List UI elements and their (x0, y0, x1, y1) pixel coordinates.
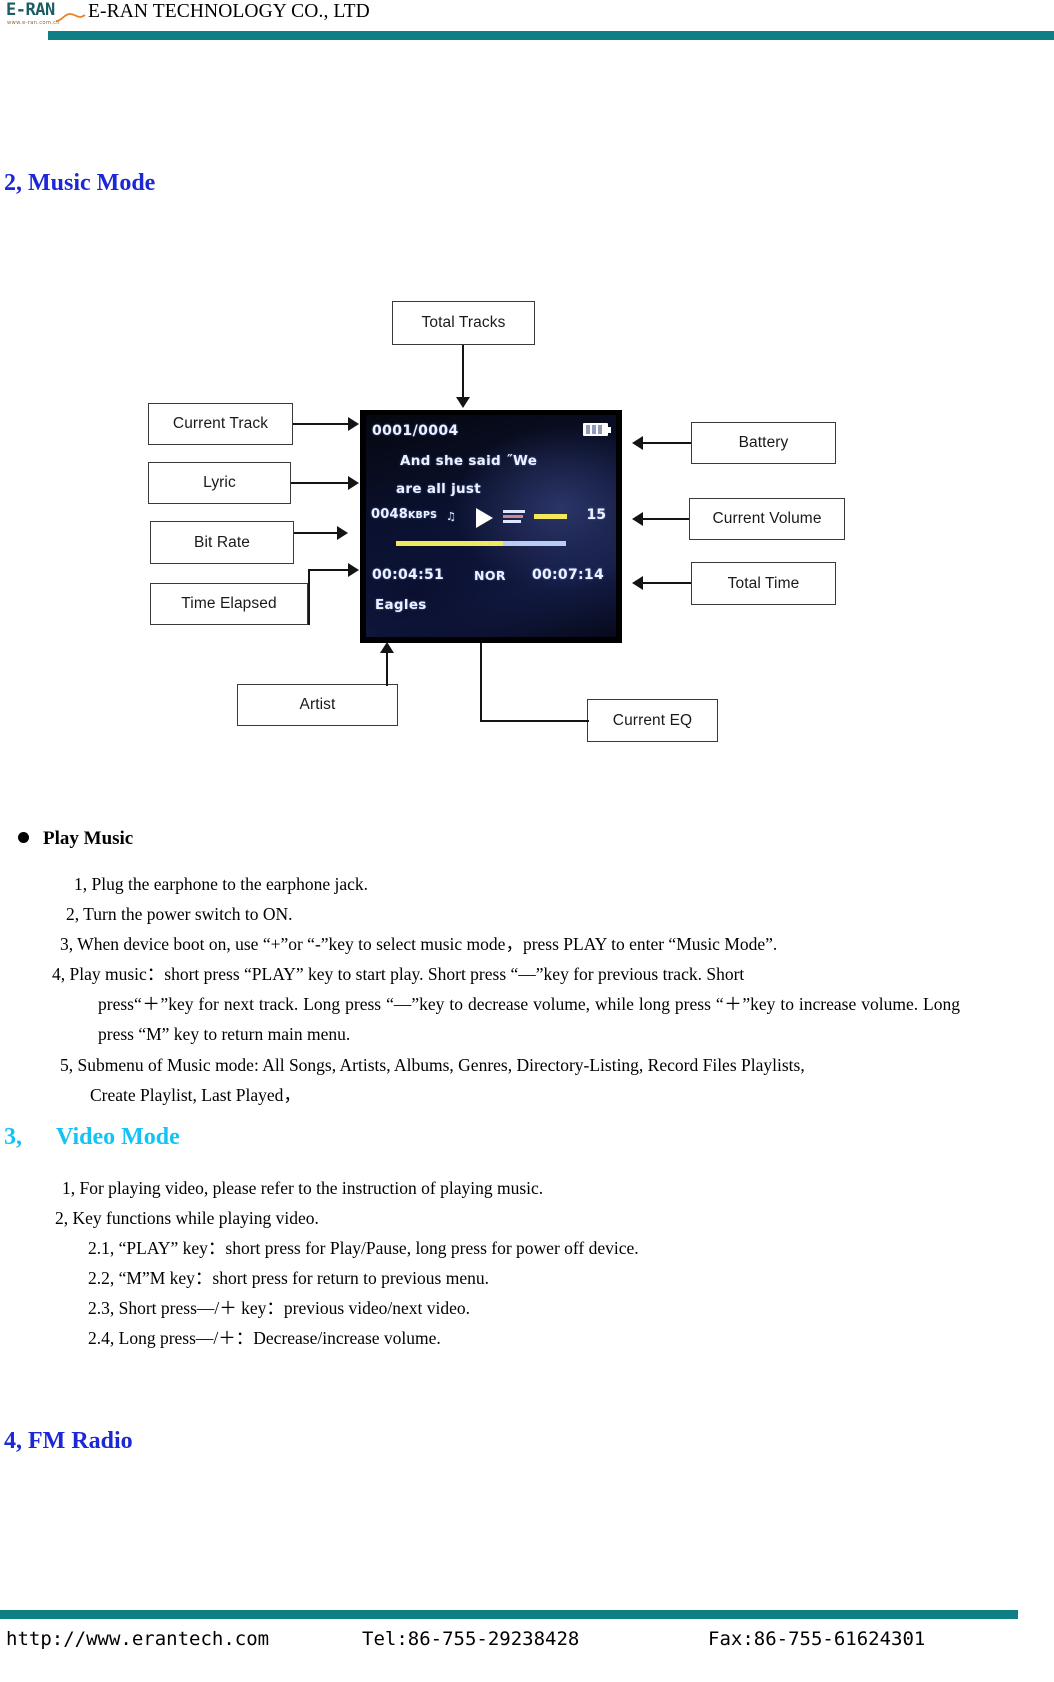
play-icon (476, 508, 493, 528)
play-music-step-4-line2: press“＋”key for next track. Long press “… (98, 994, 960, 1044)
connector-total-time (643, 582, 691, 585)
screen-content: 0001/0004 And she said ˝We are all just … (366, 415, 616, 637)
bullet-dot-icon (18, 832, 29, 843)
mp3-player-screen: 0001/0004 And she said ˝We are all just … (360, 410, 622, 643)
connector-time-elapsed-vertical (308, 569, 311, 625)
callout-lyric: Lyric (148, 462, 291, 504)
video-step-2-2: 2.2, “M”M key：short press for return to … (88, 1268, 489, 1288)
equalizer-icon (503, 510, 525, 525)
screen-bitrate: 0048KBPS (371, 507, 437, 522)
callout-current-volume: Current Volume (689, 498, 845, 540)
play-music-label: Play Music (43, 828, 134, 849)
play-music-step-5-line2: Create Playlist, Last Played， (90, 1085, 301, 1105)
connector-battery (643, 442, 691, 445)
play-music-step-1: 1, Plug the earphone to the earphone jac… (74, 874, 368, 894)
music-note-icon: ♫ (446, 510, 456, 523)
connector-eq-vertical (480, 642, 483, 721)
screen-total-time: 00:07:14 (531, 567, 604, 583)
video-step-2-3: 2.3, Short press—/＋ key：previous video/n… (88, 1298, 471, 1318)
screen-lyric-line-1: And she said ˝We (400, 453, 538, 469)
progress-bar-fill (396, 541, 504, 546)
callout-bit-rate: Bit Rate (150, 521, 294, 564)
connector-bit-rate (294, 532, 340, 535)
callout-current-eq: Current EQ (587, 699, 718, 742)
music-mode-screen-diagram: Total Tracks Current Track Lyric Bit Rat… (140, 290, 900, 750)
play-music-heading: Play Music (18, 828, 133, 850)
callout-battery: Battery (691, 422, 836, 464)
logo-url-text: www.e-ran.com.cn (7, 20, 60, 26)
bitrate-unit: KBPS (407, 510, 438, 521)
connector-eq-horizontal (480, 720, 589, 723)
footer-fax: Fax:86-755-61624301 (708, 1628, 926, 1650)
header-divider-highlight (48, 40, 1054, 42)
arrowhead-total-time (632, 576, 643, 590)
screen-track-counter: 0001/0004 (372, 423, 459, 439)
play-music-step-5: 5, Submenu of Music mode: All Songs, Art… (60, 1050, 960, 1110)
screen-artist-name: Eagles (375, 597, 427, 613)
heading-video-mode-label: Video Mode (56, 1124, 180, 1150)
callout-artist: Artist (237, 684, 398, 726)
heading-video-mode-number: 3, (4, 1124, 22, 1150)
heading-music-mode: 2, Music Mode (4, 170, 156, 196)
callout-total-tracks: Total Tracks (392, 301, 535, 345)
footer-website[interactable]: http://www.erantech.com (6, 1628, 269, 1650)
arrowhead-lyric (348, 476, 359, 490)
arrowhead-battery (632, 436, 643, 450)
connector-current-track (293, 423, 350, 426)
logo-swoosh-icon (56, 11, 86, 23)
progress-bar (396, 541, 566, 546)
play-music-step-4-line1: 4, Play music：short press “PLAY” key to … (52, 964, 745, 984)
arrowhead-time-elapsed (348, 563, 359, 577)
footer-divider (0, 1610, 1018, 1619)
header-divider (48, 31, 1054, 40)
play-music-step-3: 3, When device boot on, use “+”or “-”key… (60, 934, 778, 954)
callout-current-track: Current Track (148, 403, 293, 445)
arrowhead-current-track (348, 417, 359, 431)
page-header: E-RAN www.e-ran.com.cn E-RAN TECHNOLOGY … (0, 0, 1054, 48)
screen-time-elapsed: 00:04:51 (372, 567, 445, 583)
video-step-2-1: 2.1, “PLAY” key：short press for Play/Pau… (88, 1238, 639, 1258)
arrowhead-total-tracks (456, 397, 470, 408)
video-step-2-4: 2.4, Long press—/＋：Decrease/increase vol… (88, 1328, 441, 1348)
arrowhead-artist (380, 642, 394, 653)
arrowhead-bit-rate (337, 526, 348, 540)
screen-volume-level: 15 (586, 507, 606, 523)
screen-lyric-line-2: are all just (396, 481, 482, 497)
heading-fm-radio: 4, FM Radio (4, 1428, 133, 1454)
heading-video-mode: 3, Video Mode (4, 1124, 180, 1151)
bitrate-value: 0048 (371, 507, 408, 522)
screen-eq-mode: NOR (474, 568, 506, 583)
connector-lyric (291, 482, 350, 485)
eran-logo: E-RAN www.e-ran.com.cn (6, 0, 86, 31)
volume-bar-icon (534, 514, 567, 519)
footer-telephone: Tel:86-755-29238428 (362, 1628, 580, 1650)
logo-wordmark: E-RAN (6, 0, 55, 20)
company-name: E-RAN TECHNOLOGY CO., LTD (88, 1, 370, 22)
callout-total-time: Total Time (691, 562, 836, 605)
connector-artist (386, 652, 389, 686)
connector-total-tracks (462, 345, 465, 400)
connector-current-volume (643, 518, 689, 521)
play-music-step-2: 2, Turn the power switch to ON. (66, 904, 293, 924)
play-music-step-5-line1: 5, Submenu of Music mode: All Songs, Art… (60, 1055, 805, 1075)
connector-time-elapsed (308, 569, 350, 572)
page-footer: http://www.erantech.com Tel:86-755-29238… (0, 1628, 1054, 1662)
battery-icon (583, 423, 611, 436)
video-step-2: 2, Key functions while playing video. (55, 1208, 319, 1228)
video-step-1: 1, For playing video, please refer to th… (62, 1178, 544, 1198)
arrowhead-current-volume (632, 512, 643, 526)
callout-time-elapsed: Time Elapsed (150, 583, 308, 625)
play-music-step-4: 4, Play music：short press “PLAY” key to … (52, 959, 960, 1049)
